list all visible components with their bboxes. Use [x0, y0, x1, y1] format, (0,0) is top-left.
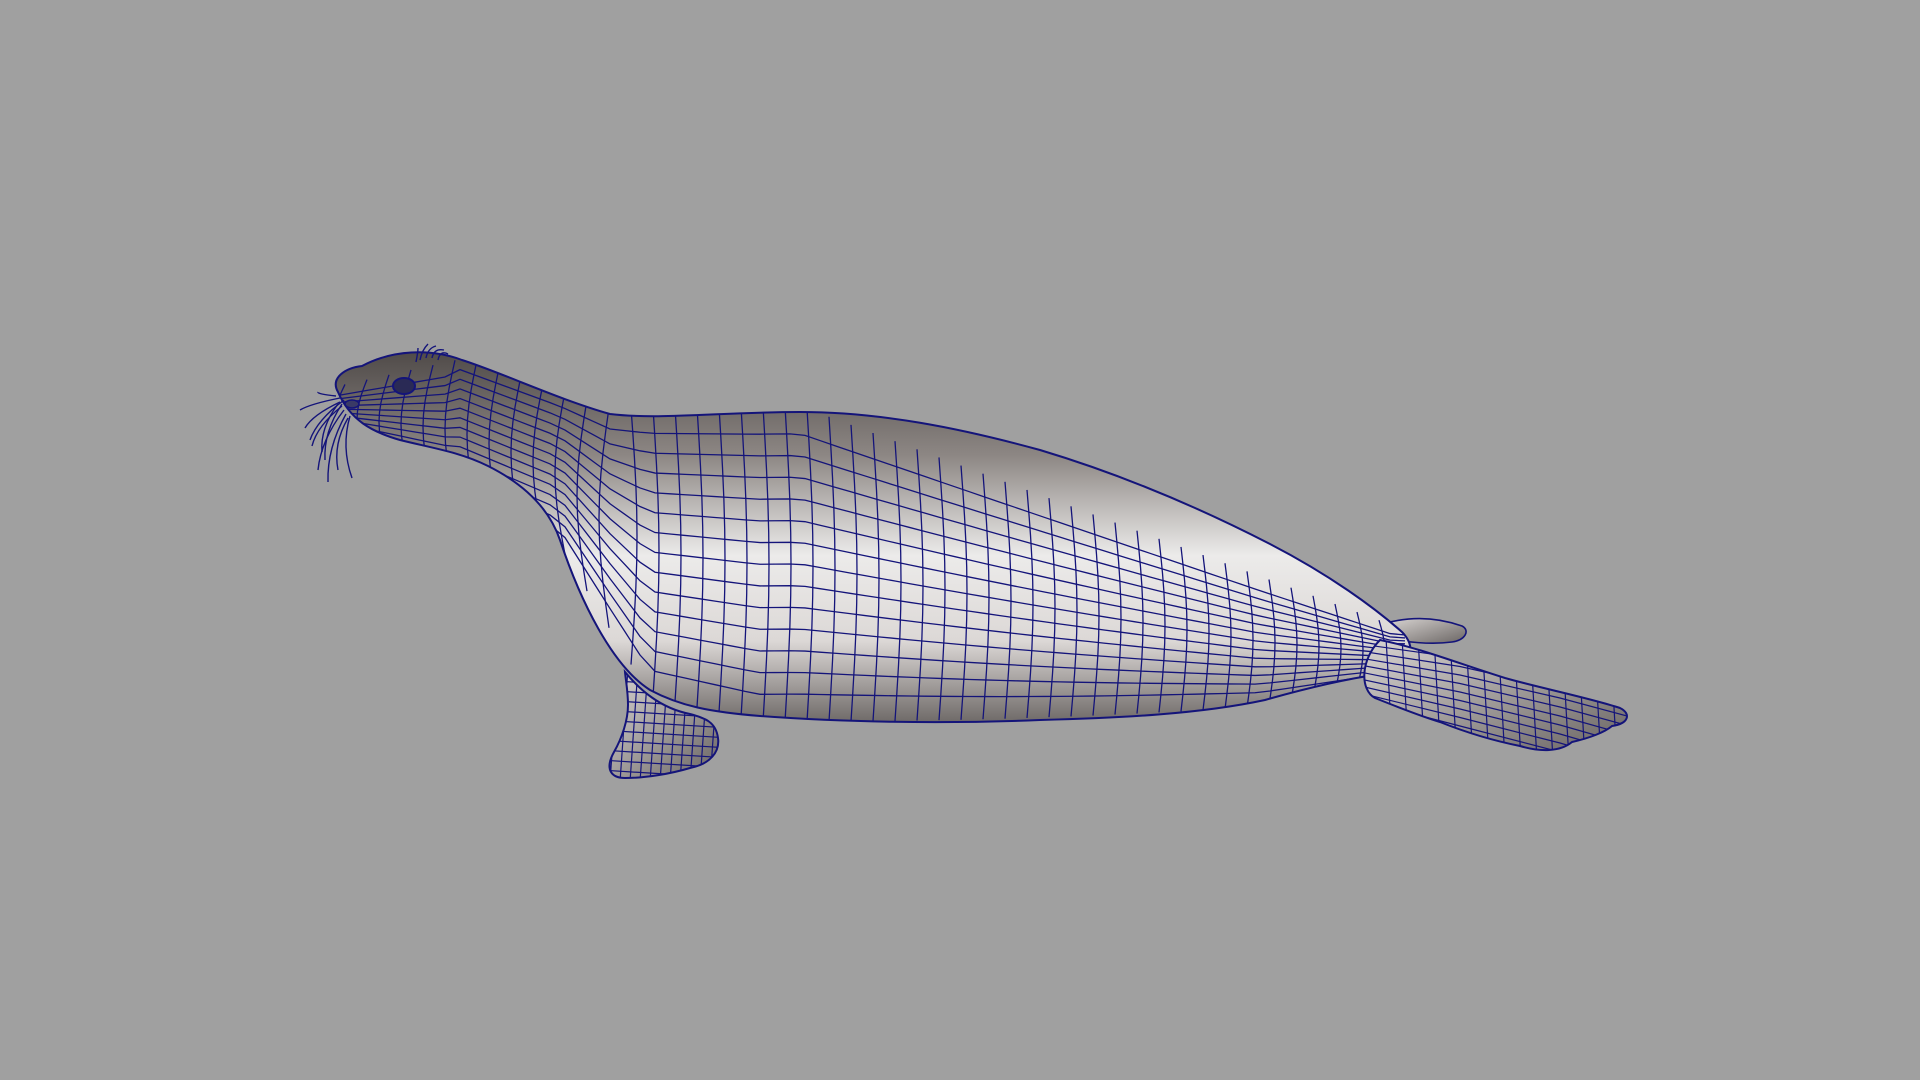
whisker	[345, 415, 353, 479]
viewport-canvas[interactable]	[0, 0, 1920, 1080]
whisker	[317, 391, 337, 397]
front-flipper-wire-ring	[600, 668, 608, 782]
seal-eye	[392, 377, 416, 395]
seal-model[interactable]	[299, 343, 1633, 801]
rear-flipper-wire-ring	[1608, 640, 1618, 751]
whisker	[324, 403, 343, 461]
seal-nostril	[344, 399, 360, 409]
rear-flipper-wire-ring	[1592, 640, 1602, 751]
seal-rear-flipper[interactable]	[1363, 638, 1628, 752]
3d-viewport[interactable]	[0, 0, 1920, 1080]
rear-flipper-wire-ring	[1624, 640, 1627, 751]
